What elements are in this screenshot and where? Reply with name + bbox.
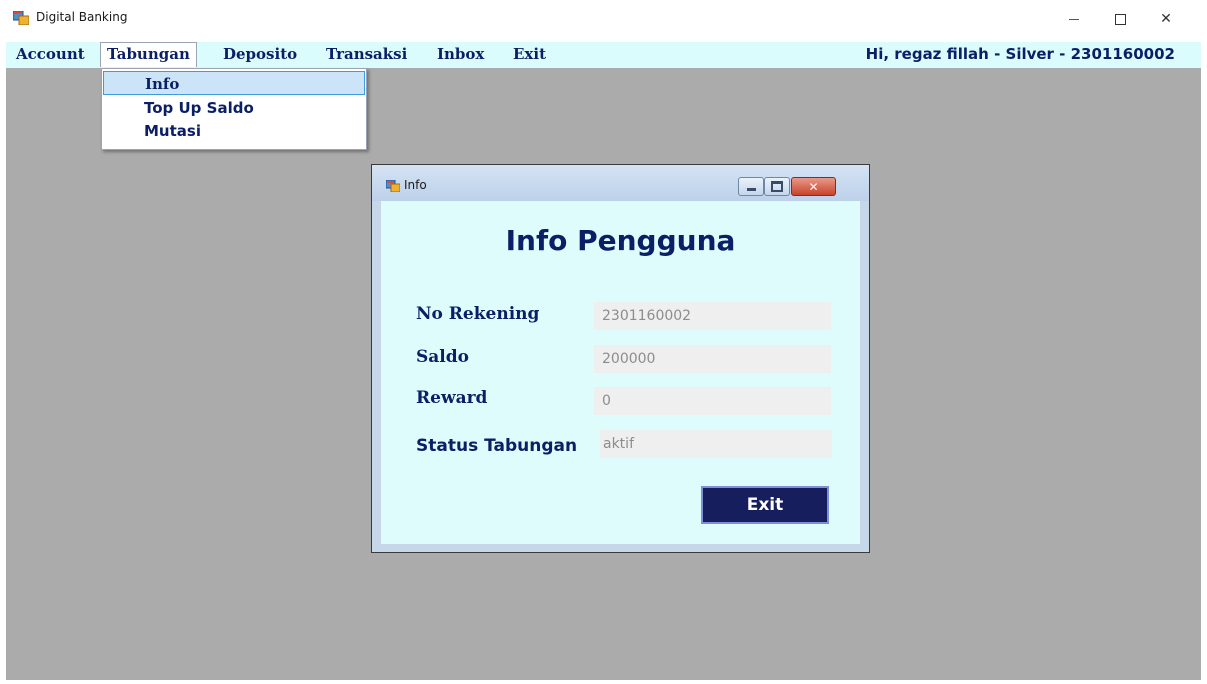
window-title: Digital Banking xyxy=(36,10,128,24)
menu-bar: Account Tabungan Deposito Transaksi Inbo… xyxy=(6,42,1201,68)
reward-label: Reward xyxy=(416,388,488,408)
dropdown-item-top-up-saldo[interactable]: Top Up Saldo xyxy=(103,96,365,120)
no-rekening-field[interactable]: 2301160002 xyxy=(594,302,831,330)
exit-button[interactable]: Exit xyxy=(701,486,829,524)
menu-inbox[interactable]: Inbox xyxy=(431,43,490,65)
minimize-icon xyxy=(1069,18,1079,20)
maximize-icon xyxy=(1114,13,1126,25)
minimize-icon xyxy=(746,187,756,191)
saldo-field[interactable]: 200000 xyxy=(594,345,831,373)
app-icon xyxy=(13,11,29,25)
minimize-button[interactable] xyxy=(1051,4,1097,34)
no-rekening-label: No Rekening xyxy=(416,304,540,324)
saldo-label: Saldo xyxy=(416,347,469,367)
reward-field[interactable]: 0 xyxy=(594,387,831,415)
maximize-button[interactable] xyxy=(1097,4,1143,34)
menu-tabungan[interactable]: Tabungan xyxy=(100,42,197,67)
user-greeting: Hi, regaz fillah - Silver - 2301160002 xyxy=(865,45,1175,63)
info-dialog-body: Info Pengguna No Rekening 2301160002 Sal… xyxy=(381,201,860,544)
status-tabungan-label: Status Tabungan xyxy=(416,436,578,456)
menu-deposito[interactable]: Deposito xyxy=(217,43,303,65)
main-titlebar: Digital Banking ✕ xyxy=(0,0,1207,38)
page-title: Info Pengguna xyxy=(505,224,736,257)
dropdown-item-mutasi[interactable]: Mutasi xyxy=(103,121,365,143)
dialog-app-icon xyxy=(386,180,400,192)
close-button[interactable]: ✕ xyxy=(1143,4,1189,34)
tabungan-dropdown: Info Top Up Saldo Mutasi xyxy=(101,68,367,150)
dialog-minimize-button[interactable] xyxy=(738,177,764,196)
dialog-maximize-button[interactable] xyxy=(764,177,790,196)
dialog-close-button[interactable]: ✕ xyxy=(791,177,836,196)
menu-account[interactable]: Account xyxy=(10,43,91,65)
dropdown-item-info[interactable]: Info xyxy=(103,71,365,95)
close-icon: ✕ xyxy=(808,179,819,194)
info-dialog-titlebar[interactable]: Info ✕ xyxy=(372,165,869,201)
close-icon: ✕ xyxy=(1160,11,1172,27)
status-tabungan-field[interactable]: aktif xyxy=(600,430,832,458)
menu-transaksi[interactable]: Transaksi xyxy=(320,43,413,65)
info-dialog-title: Info xyxy=(404,178,427,192)
info-dialog: Info ✕ Info Pengguna No Rekening 2301160… xyxy=(371,164,870,553)
menu-exit[interactable]: Exit xyxy=(507,43,552,65)
maximize-icon xyxy=(771,181,783,192)
